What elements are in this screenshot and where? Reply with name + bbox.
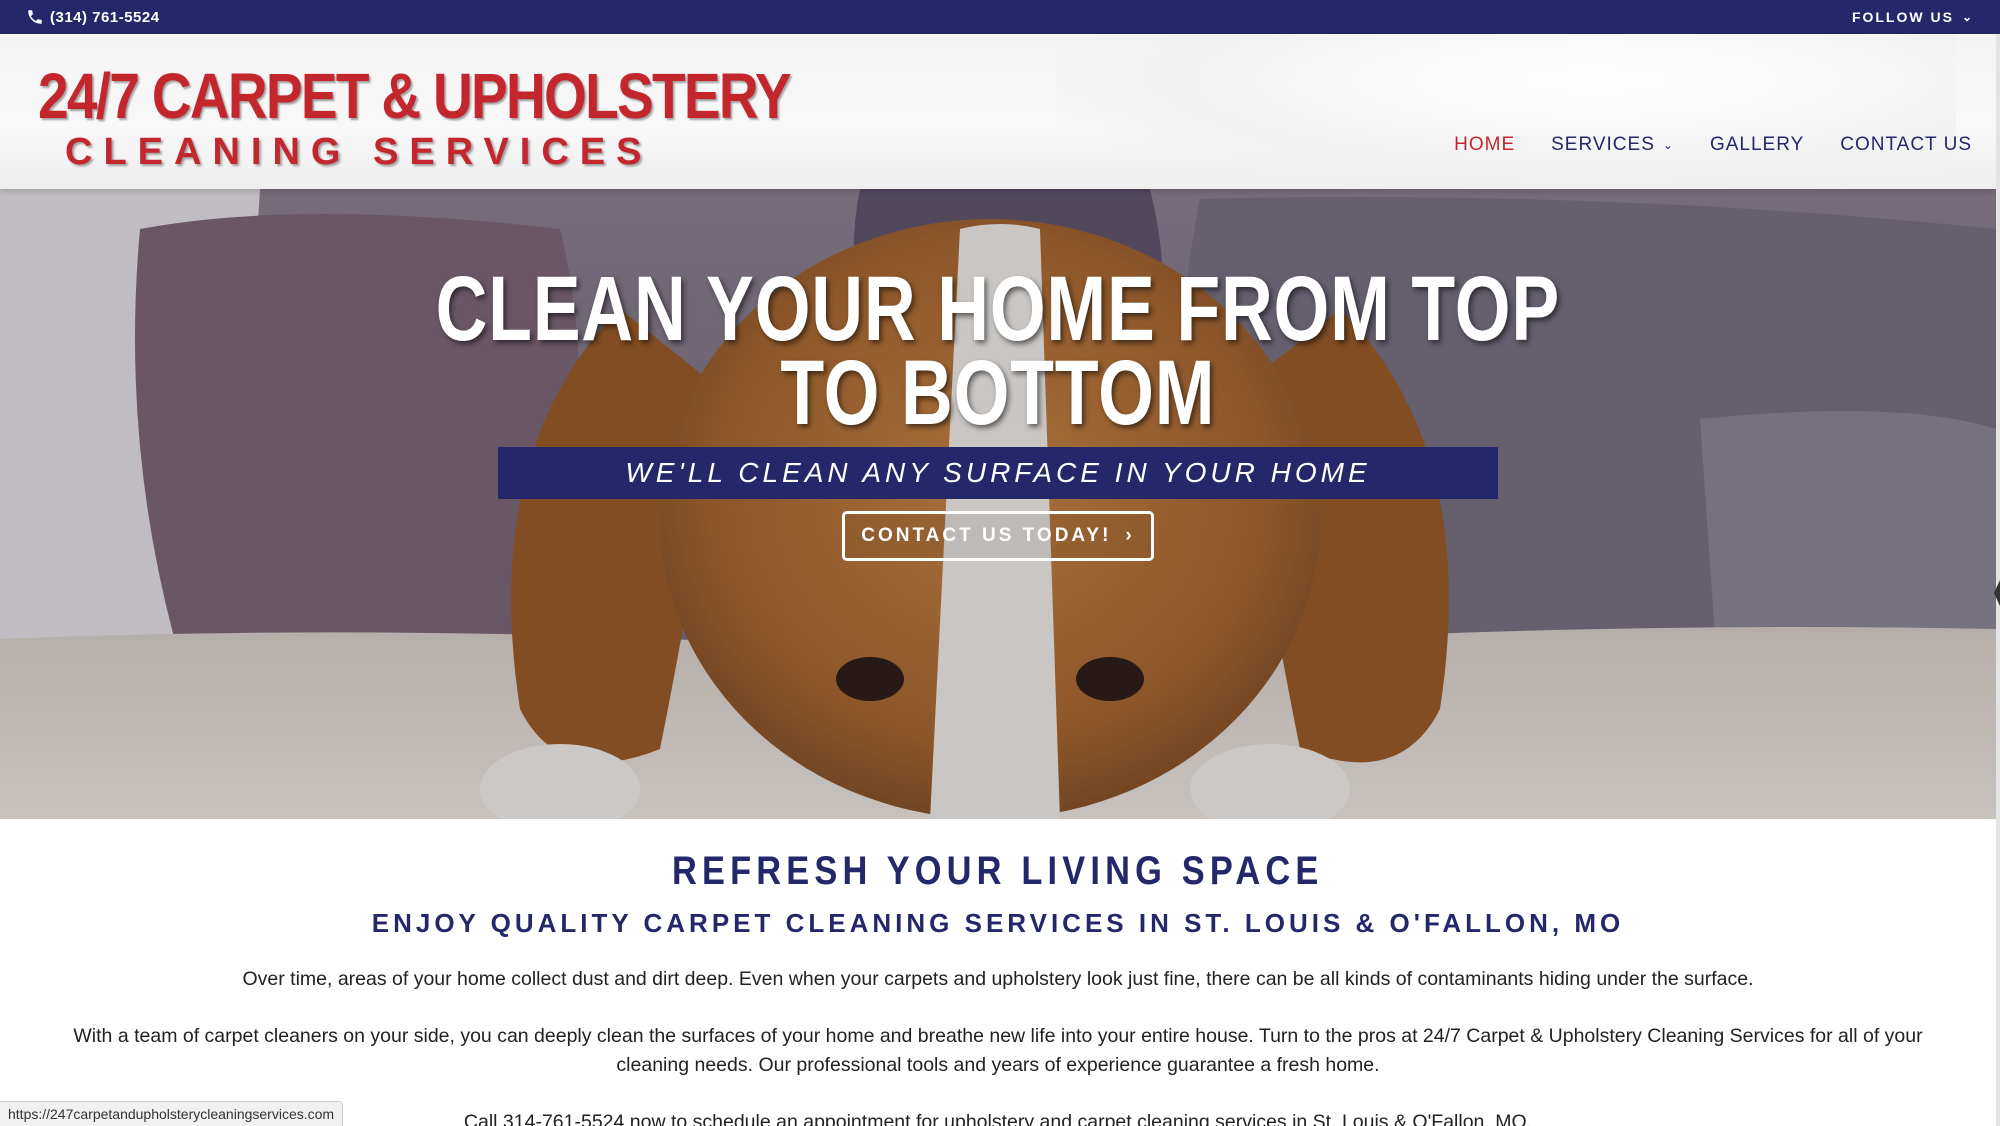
intro-paragraph-2: With a team of carpet cleaners on your s… bbox=[73, 1025, 1923, 1076]
hero-title-line-2: TO BOTTOM bbox=[780, 342, 1216, 444]
site-header: 24/7 CARPET & UPHOLSTERY CLEANING SERVIC… bbox=[0, 34, 1996, 189]
hero-title: CLEAN YOUR HOME FROM TOP TO BOTTOM bbox=[0, 258, 1996, 444]
hero-subtitle: WE'LL CLEAN ANY SURFACE IN YOUR HOME bbox=[498, 447, 1498, 499]
follow-us-menu[interactable]: FOLLOW US ⌄ bbox=[1852, 9, 1974, 25]
chevron-down-icon: ⌄ bbox=[1961, 10, 1974, 24]
contact-us-today-button[interactable]: CONTACT US TODAY! › bbox=[842, 511, 1154, 561]
hero-section: CLEAN YOUR HOME FROM TOP TO BOTTOM WE'LL… bbox=[0, 189, 1996, 819]
phone-number: (314) 761-5524 bbox=[50, 8, 160, 26]
header-background bbox=[1056, 34, 1956, 189]
intro-paragraph-1: Over time, areas of your home collect du… bbox=[242, 968, 1754, 990]
logo-line-1: 24/7 CARPET & UPHOLSTERY bbox=[38, 60, 792, 132]
phone-icon bbox=[28, 10, 42, 24]
nav-item-services[interactable]: SERVICES ⌄ bbox=[1551, 134, 1674, 156]
follow-us-label: FOLLOW US bbox=[1851, 9, 1954, 25]
section-title: REFRESH YOUR LIVING SPACE bbox=[0, 849, 1996, 894]
nav-item-home[interactable]: HOME bbox=[1454, 134, 1515, 156]
nav-item-gallery[interactable]: GALLERY bbox=[1710, 134, 1804, 156]
intro-section: REFRESH YOUR LIVING SPACE ENJOY QUALITY … bbox=[0, 819, 1996, 1126]
hero-title-line-1: CLEAN YOUR HOME FROM TOP bbox=[435, 258, 1561, 360]
nav-item-contact-us[interactable]: CONTACT US bbox=[1840, 134, 1972, 156]
page-scrollbar[interactable] bbox=[1996, 34, 2000, 1126]
nav-item-label: SERVICES bbox=[1551, 134, 1655, 155]
link-status-bar: https://247carpetandupholsterycleaningse… bbox=[0, 1101, 344, 1126]
logo-line-2: CLEANING SERVICES bbox=[65, 131, 653, 173]
phone-link[interactable]: (314) 761-5524 bbox=[26, 8, 160, 26]
chevron-down-icon: ⌄ bbox=[1662, 138, 1674, 152]
nav-item-label: HOME bbox=[1454, 134, 1516, 155]
chevron-right-icon: › bbox=[1125, 525, 1135, 546]
section-title-text: REFRESH YOUR LIVING SPACE bbox=[672, 849, 1324, 893]
nav-item-label: CONTACT US bbox=[1840, 134, 1972, 155]
main-nav: HOME SERVICES ⌄ GALLERY CONTACT US bbox=[1454, 134, 1972, 156]
site-logo[interactable]: 24/7 CARPET & UPHOLSTERY CLEANING SERVIC… bbox=[38, 60, 792, 173]
contact-button-label: CONTACT US TODAY! bbox=[861, 525, 1112, 546]
section-subtitle: ENJOY QUALITY CARPET CLEANING SERVICES I… bbox=[371, 908, 1625, 938]
top-bar: (314) 761-5524 FOLLOW US ⌄ bbox=[0, 0, 2000, 34]
nav-item-label: GALLERY bbox=[1709, 134, 1805, 155]
